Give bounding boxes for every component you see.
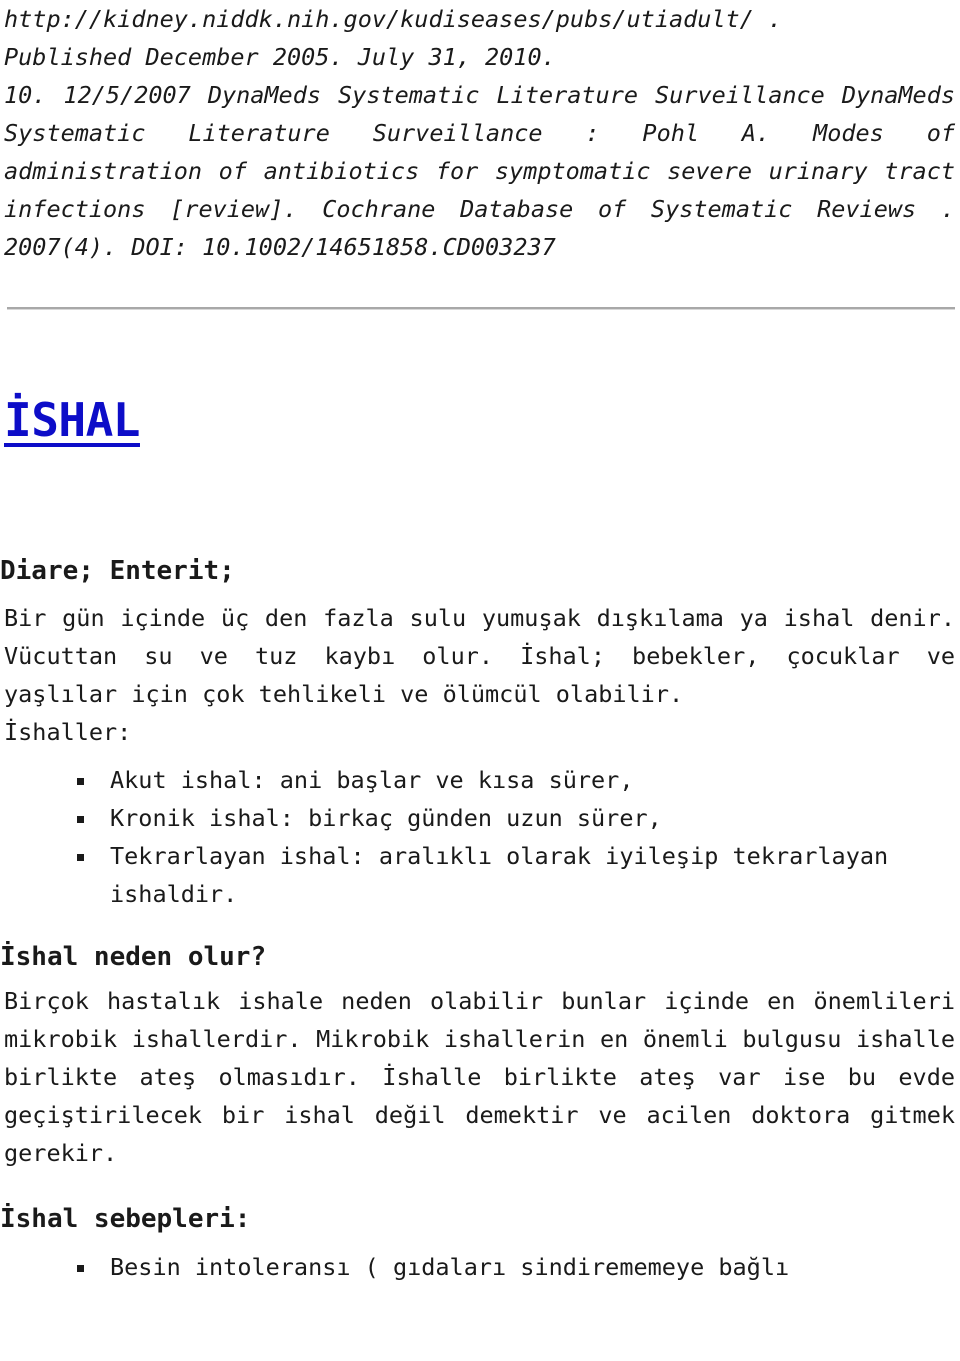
- reasons-heading: İshal sebepleri:: [0, 1204, 251, 1235]
- list-item-label: Besin intoleransı ( gıdaları sindirememe…: [110, 1253, 790, 1282]
- page-title-container: İSHAL: [4, 396, 960, 445]
- reference-item-10: 10. 12/5/2007 DynaMeds Systematic Litera…: [4, 81, 955, 261]
- diarrhea-types-list: Akut ishal: ani başlar ve kısa sürer, Kr…: [0, 761, 960, 913]
- reference-url-line: http://kidney.niddk.nih.gov/kudiseases/p…: [4, 5, 783, 33]
- types-label: İshaller:: [4, 718, 132, 747]
- square-bullet-icon: [77, 816, 84, 824]
- list-item-label: Akut ishal: ani başlar ve kısa sürer,: [110, 766, 634, 795]
- reference-block: http://kidney.niddk.nih.gov/kudiseases/p…: [0, 0, 960, 266]
- list-item: Kronik ishal: birkaç günden uzun sürer,: [0, 799, 960, 837]
- synonyms-heading: Diare; Enterit;: [0, 556, 235, 587]
- section-divider: [7, 307, 955, 310]
- square-bullet-icon: [77, 778, 84, 786]
- reference-published-line: Published December 2005. July 31, 2010.: [4, 43, 556, 71]
- list-item: Akut ishal: ani başlar ve kısa sürer,: [0, 761, 960, 799]
- list-item: Tekrarlayan ishal: aralıklı olarak iyile…: [0, 837, 960, 913]
- document-page: http://kidney.niddk.nih.gov/kudiseases/p…: [0, 0, 960, 1286]
- list-item-label: Tekrarlayan ishal: aralıklı olarak iyile…: [110, 842, 889, 909]
- causes-heading: İshal neden olur?: [0, 942, 267, 973]
- page-title-link[interactable]: İSHAL: [4, 396, 140, 445]
- list-item: Besin intoleransı ( gıdaları sindirememe…: [0, 1248, 960, 1286]
- causes-paragraph: Birçok hastalık ishale neden olabilir bu…: [4, 987, 955, 1168]
- diarrhea-reasons-list: Besin intoleransı ( gıdaları sindirememe…: [0, 1248, 960, 1286]
- definition-paragraph: Bir gün içinde üç den fazla sulu yumuşak…: [4, 604, 955, 709]
- square-bullet-icon: [77, 854, 84, 862]
- square-bullet-icon: [77, 1265, 84, 1273]
- list-item-label: Kronik ishal: birkaç günden uzun sürer,: [110, 804, 662, 833]
